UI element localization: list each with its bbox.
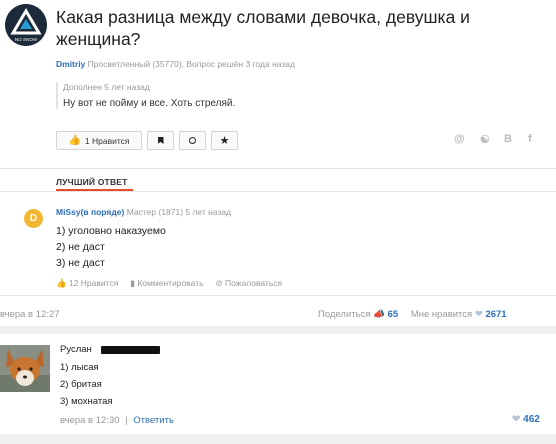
like-post-button[interactable]: Мне нравится ❤ 2671: [411, 309, 507, 320]
divider: [0, 168, 556, 169]
comment-like-count: 462: [523, 414, 540, 425]
like-post-count: 2671: [485, 309, 507, 320]
like-post-label: Мне нравится: [410, 309, 473, 320]
answer-line: 1) уголовно наказуемо: [56, 225, 166, 237]
answer-author-link[interactable]: MiSsy(в порядe): [56, 207, 124, 217]
comment-button[interactable]: ▮ Комментировать: [130, 278, 203, 289]
facebook-share-icon[interactable]: f: [528, 133, 532, 145]
block-icon: [189, 137, 196, 144]
share-button[interactable]: Поделиться 📣 65: [318, 309, 401, 320]
bottom-gap: [0, 434, 556, 444]
heart-icon: ❤: [474, 309, 483, 320]
answer-like-label: 12 Нравится: [68, 278, 119, 288]
favorite-button[interactable]: ★: [211, 131, 238, 150]
answer-actions: 👍 12 Нравится ▮ Комментировать ⊘ Пожалов…: [56, 278, 282, 289]
answer-author-avatar[interactable]: D: [24, 209, 43, 228]
comment-like-button[interactable]: ❤ 462: [512, 414, 540, 425]
bookmark-icon: [157, 137, 164, 144]
answer-line: 2) не даст: [56, 241, 105, 253]
ok-share-icon[interactable]: ☯: [480, 133, 490, 146]
vk-share-icon[interactable]: B: [504, 133, 512, 145]
comment-icon: ▮: [130, 278, 135, 288]
question-author-avatar[interactable]: NO SNOW: [5, 4, 47, 46]
thumbs-up-icon: 👍: [68, 135, 81, 146]
post-time: вчера в 12:27: [0, 309, 60, 320]
megaphone-icon: 📣: [373, 309, 385, 320]
answer-author-meta: Мастер (1871) 5 лет назад: [126, 207, 232, 217]
comment-line: 3) мохнатая: [60, 396, 113, 407]
share-label: Поделиться: [318, 309, 371, 320]
answer-meta: MiSsy(в порядe) Мастер (1871) 5 лет наза…: [56, 207, 231, 217]
question-author-meta: Просветленный (35770), Вопрос решён 3 го…: [87, 59, 295, 69]
question-meta: Dmitriy Просветленный (35770), Вопрос ре…: [56, 59, 295, 69]
commenter-avatar[interactable]: [0, 345, 50, 392]
reply-button[interactable]: Ответить: [133, 415, 174, 426]
like-question-button[interactable]: 👍 1 Нравится: [56, 131, 142, 150]
complain-button[interactable]: ⊘ Пожаловаться: [216, 278, 283, 289]
question-title: Какая разница между словами девочка, дев…: [56, 7, 470, 49]
divider: [0, 191, 556, 192]
block-button[interactable]: [179, 131, 206, 150]
share-count: 65: [387, 309, 399, 320]
complain-label: Пожаловаться: [225, 278, 283, 288]
bookmark-button[interactable]: [147, 131, 174, 150]
like-question-label: 1 Нравится: [84, 135, 130, 146]
best-answer-heading: ЛУЧШИЙ ОТВЕТ: [56, 177, 128, 187]
answer-like-button[interactable]: 👍 12 Нравится: [56, 278, 118, 289]
commenter-name[interactable]: Руслан: [60, 344, 92, 355]
question-update: Дополнен 5 лет назад Ну вот не пойму и в…: [56, 82, 235, 109]
update-text: Ну вот не пойму и все. Хоть стреляй.: [63, 98, 236, 109]
comment-time: вчера в 12:30: [60, 415, 120, 426]
avatar-text: NO SNOW: [15, 37, 38, 42]
post-footer-actions: Поделиться 📣 65 Мне нравится ❤ 2671: [318, 309, 507, 320]
comment-line: 1) лысая: [60, 362, 99, 373]
update-label: Дополнен 5 лет назад: [63, 82, 150, 92]
star-icon: ★: [219, 135, 230, 147]
divider: [0, 295, 556, 296]
question-author-link[interactable]: Dmitriy: [56, 59, 85, 69]
fox-avatar-image: [0, 345, 50, 392]
comment-line: 2) бритая: [60, 379, 102, 390]
section-gap: [0, 326, 556, 334]
mail-share-icon[interactable]: @: [454, 133, 465, 145]
footer-separator: |: [125, 415, 128, 426]
complain-icon: ⊘: [215, 278, 223, 288]
thumbs-up-icon: 👍: [56, 278, 67, 288]
comment-footer: вчера в 12:30 | Ответить: [60, 415, 174, 426]
heart-icon: ❤: [512, 414, 521, 425]
answer-line: 3) не даст: [56, 257, 105, 269]
comment-label: Комментировать: [137, 278, 204, 288]
redacted-surname: [101, 346, 160, 354]
